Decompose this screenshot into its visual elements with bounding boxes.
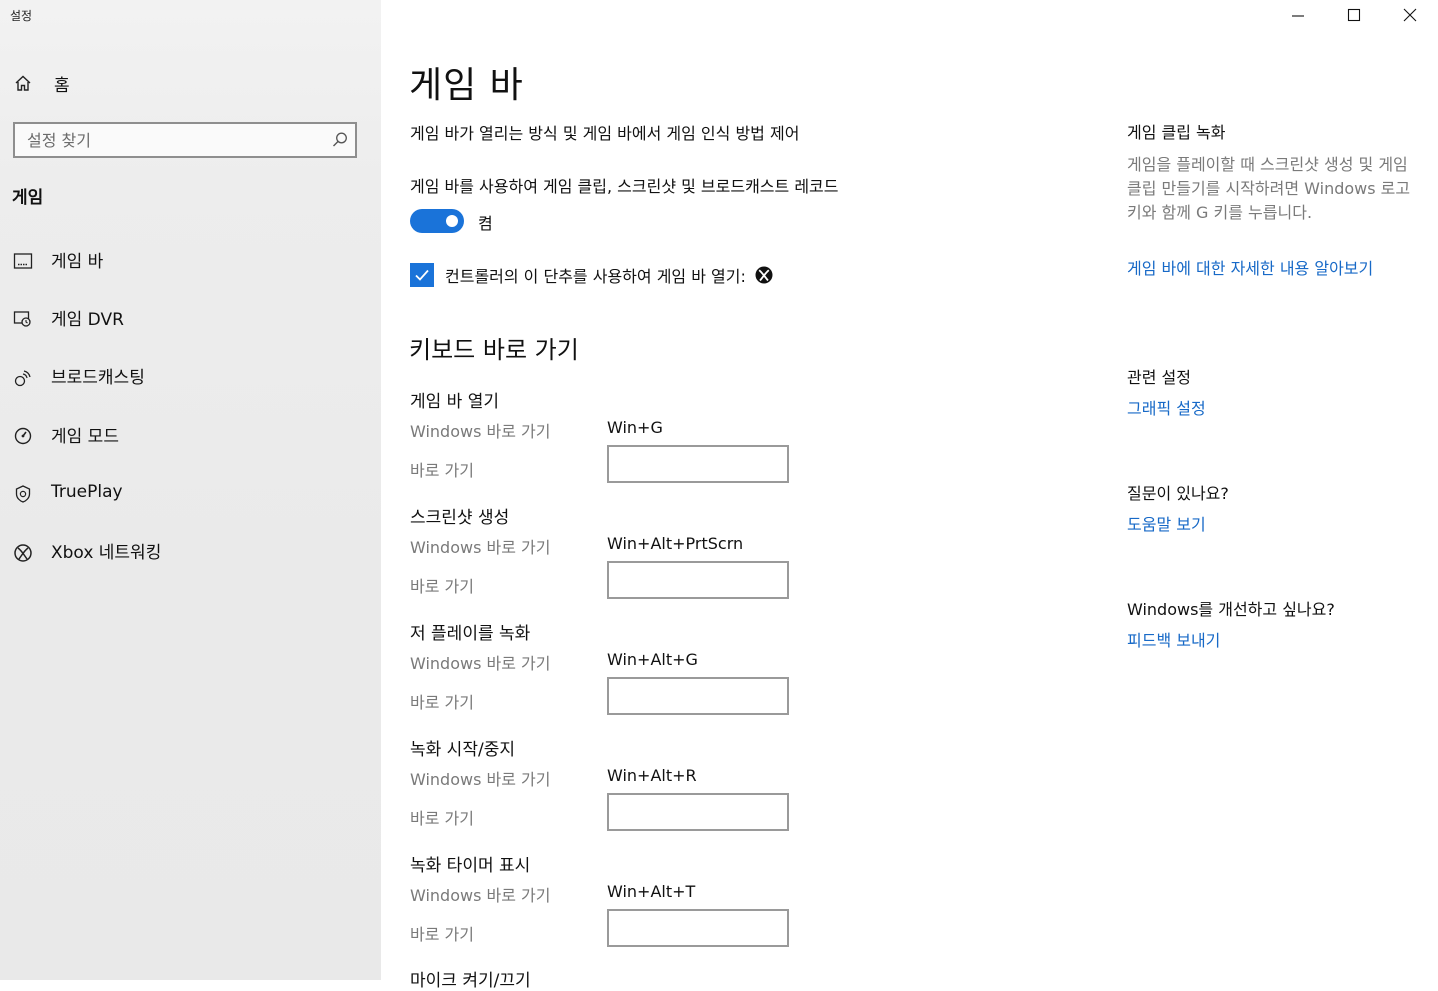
- sidebar-section-title: 게임: [12, 188, 44, 208]
- toggle-state-text: 켬: [478, 214, 493, 233]
- learn-more-link[interactable]: 게임 바에 대한 자세한 내용 알아보기: [1127, 257, 1419, 281]
- checkmark-icon: [415, 269, 429, 281]
- graphics-settings-link[interactable]: 그래픽 설정: [1127, 397, 1419, 421]
- windows-shortcut-value: Win+Alt+G: [607, 650, 698, 669]
- search-input[interactable]: [15, 125, 325, 155]
- close-button[interactable]: [1382, 0, 1438, 32]
- sidebar-item-broadcasting[interactable]: 브로드캐스팅: [0, 349, 381, 407]
- sidebar-item-trueplay[interactable]: TruePlay: [0, 465, 381, 523]
- custom-shortcut-label: 바로 가기: [410, 693, 474, 712]
- home-icon: [12, 72, 34, 94]
- xbox-icon: [12, 542, 34, 564]
- windows-shortcut-label: Windows 바로 가기: [410, 422, 551, 441]
- sidebar-item-label: TruePlay: [51, 482, 123, 503]
- windows-shortcut-label: Windows 바로 가기: [410, 538, 551, 557]
- game-dvr-icon: [12, 308, 34, 330]
- clip-recording-text: 게임을 플레이할 때 스크린샷 생성 및 게임 클립 만들기를 시작하려면 Wi…: [1127, 155, 1411, 222]
- windows-shortcut-value: Win+Alt+PrtScrn: [607, 534, 744, 553]
- custom-shortcut-label: 바로 가기: [410, 925, 474, 944]
- shortcut-name: 저 플레이를 녹화: [410, 624, 531, 644]
- xbox-button-icon: [754, 265, 774, 285]
- home-nav-item[interactable]: 홈: [12, 70, 70, 96]
- close-icon: [1403, 7, 1417, 26]
- trueplay-icon: [12, 483, 34, 505]
- related-settings-title: 관련 설정: [1127, 368, 1191, 387]
- shortcut-name: 마이크 켜기/끄기: [410, 971, 531, 991]
- game-bar-toggle-label: 게임 바를 사용하여 게임 클립, 스크린샷 및 브로드캐스트 레코드: [410, 177, 839, 196]
- maximize-icon: [1347, 7, 1361, 26]
- game-mode-icon: [12, 425, 34, 447]
- controller-button-checkbox[interactable]: [410, 263, 434, 287]
- custom-shortcut-label: 바로 가기: [410, 809, 474, 828]
- windows-shortcut-label: Windows 바로 가기: [410, 886, 551, 905]
- sidebar-item-game-bar[interactable]: 게임 바: [0, 232, 381, 290]
- page-title: 게임 바: [409, 65, 524, 106]
- app-title: 설정: [10, 9, 33, 23]
- keyboard-shortcuts-heading: 키보드 바로 가기: [409, 336, 579, 364]
- custom-shortcut-input[interactable]: [607, 909, 789, 947]
- sidebar-item-game-mode[interactable]: 게임 모드: [0, 407, 381, 465]
- sidebar-item-game-dvr[interactable]: 게임 DVR: [0, 290, 381, 348]
- controller-button-label: 컨트롤러의 이 단추를 사용하여 게임 바 열기:: [445, 267, 746, 286]
- custom-shortcut-input[interactable]: [607, 561, 789, 599]
- shortcut-name: 녹화 시작/중지: [410, 740, 515, 760]
- custom-shortcut-label: 바로 가기: [410, 461, 474, 480]
- custom-shortcut-input[interactable]: [607, 677, 789, 715]
- sidebar-item-label: 게임 DVR: [51, 309, 124, 330]
- clip-recording-title: 게임 클립 녹화: [1127, 123, 1226, 142]
- window-controls: [1270, 0, 1438, 32]
- custom-shortcut-input[interactable]: [607, 793, 789, 831]
- sidebar-item-label: Xbox 네트워킹: [51, 543, 162, 564]
- maximize-button[interactable]: [1326, 0, 1382, 32]
- page-description: 게임 바가 열리는 방식 및 게임 바에서 게임 인식 방법 제어: [410, 124, 800, 143]
- shortcut-name: 녹화 타이머 표시: [410, 856, 531, 876]
- game-bar-icon: [12, 250, 34, 272]
- windows-shortcut-value: Win+G: [607, 418, 663, 437]
- sidebar-item-label: 게임 모드: [51, 426, 119, 447]
- sidebar-item-label: 게임 바: [51, 251, 104, 272]
- shortcut-name: 게임 바 열기: [410, 392, 500, 412]
- custom-shortcut-label: 바로 가기: [410, 577, 474, 596]
- toggle-knob: [446, 215, 458, 227]
- questions-title: 질문이 있나요?: [1127, 484, 1229, 503]
- sidebar-item-xbox-networking[interactable]: Xbox 네트워킹: [0, 523, 381, 581]
- windows-shortcut-value: Win+Alt+R: [607, 766, 697, 785]
- minimize-button[interactable]: [1270, 0, 1326, 32]
- sidebar: 설정 홈 게임 게임 바 게임 DVR 브로드캐: [0, 0, 381, 980]
- custom-shortcut-input[interactable]: [607, 445, 789, 483]
- shortcut-name: 스크린샷 생성: [410, 508, 510, 528]
- minimize-icon: [1291, 7, 1305, 26]
- windows-shortcut-label: Windows 바로 가기: [410, 654, 551, 673]
- controller-button-option: 컨트롤러의 이 단추를 사용하여 게임 바 열기:: [410, 263, 774, 287]
- windows-shortcut-label: Windows 바로 가기: [410, 770, 551, 789]
- windows-shortcut-value: Win+Alt+T: [607, 882, 696, 901]
- feedback-link[interactable]: 피드백 보내기: [1127, 629, 1419, 653]
- get-help-link[interactable]: 도움말 보기: [1127, 513, 1419, 537]
- settings-search[interactable]: [13, 122, 357, 158]
- improve-windows-title: Windows를 개선하고 싶나요?: [1127, 600, 1335, 619]
- game-bar-toggle[interactable]: [410, 209, 464, 233]
- search-icon[interactable]: [325, 125, 355, 155]
- broadcasting-icon: [12, 367, 34, 389]
- home-label: 홈: [54, 75, 70, 96]
- sidebar-nav: 게임 바 게임 DVR 브로드캐스팅 게임 모드 TruePlay Xbox 네…: [0, 232, 381, 582]
- sidebar-item-label: 브로드캐스팅: [51, 368, 145, 389]
- main-content: 게임 바 게임 바가 열리는 방식 및 게임 바에서 게임 인식 방법 제어 게…: [381, 0, 1101, 991]
